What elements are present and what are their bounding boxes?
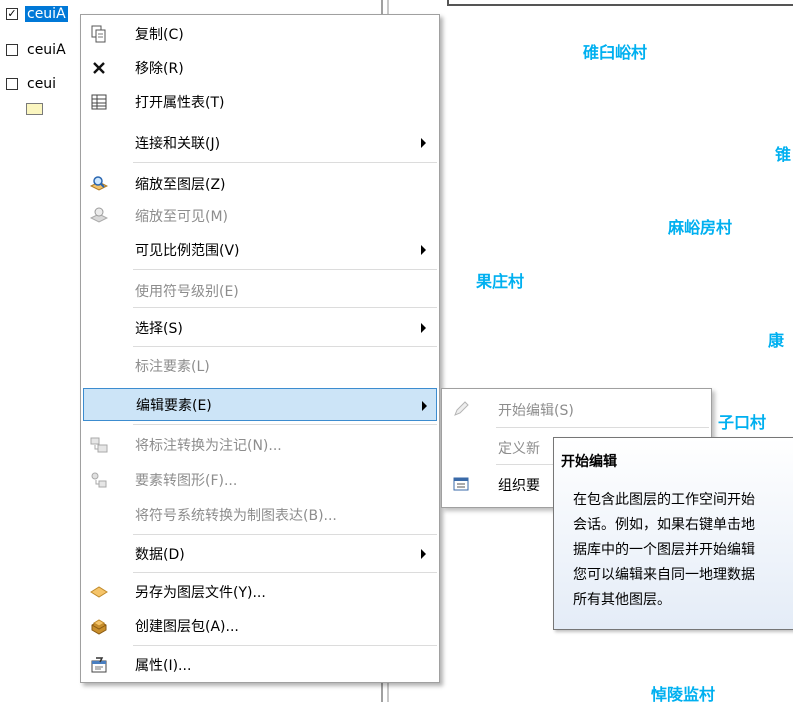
map-label-village: 果庄村 <box>476 272 525 291</box>
menu-item-label: 使用符号级别(E) <box>135 283 239 300</box>
menu-item-label: 标注要素(L) <box>135 358 210 375</box>
layer-visibility-checkbox[interactable]: ✓ <box>6 8 18 20</box>
submenu-item-label: 组织要 <box>498 478 540 494</box>
menu-item-label: 编辑要素(E) <box>136 397 212 414</box>
map-label-village: 子口村 <box>718 413 767 432</box>
layer-name[interactable]: ceuiA <box>25 6 68 22</box>
layer-file-icon <box>90 586 108 598</box>
menu-item-label: 将符号系统转换为制图表达(B)... <box>135 507 337 524</box>
menu-item-zoom-to-layer[interactable]: 缩放至图层(Z) <box>83 167 437 200</box>
layer-visibility-checkbox[interactable] <box>6 78 18 90</box>
menu-separator <box>496 427 709 428</box>
submenu-arrow-icon <box>422 401 427 411</box>
layer-visibility-checkbox[interactable] <box>6 44 18 56</box>
menu-item-label: 连接和关联(J) <box>135 135 221 152</box>
layer-row-2[interactable]: ceuiA <box>6 40 68 60</box>
tooltip-text-line: 所有其他图层。 <box>573 592 671 608</box>
submenu-arrow-icon <box>421 549 426 559</box>
tooltip-text-line: 您可以编辑来自同一地理数据 <box>573 567 755 583</box>
properties-icon <box>91 657 107 673</box>
menu-separator <box>133 645 437 646</box>
menu-item-properties[interactable]: 属性(I)... <box>83 648 437 681</box>
menu-separator <box>133 424 437 425</box>
menu-item-label: 将标注转换为注记(N)... <box>135 437 282 454</box>
map-label-village: 锥 <box>775 145 792 164</box>
menu-separator <box>133 346 437 347</box>
menu-separator <box>133 307 437 308</box>
menu-item-convert-symbology-to-representation: 将符号系统转换为制图表达(B)... <box>83 498 437 531</box>
layer-symbol-swatch[interactable] <box>26 103 43 115</box>
table-icon <box>91 94 107 110</box>
layer-context-menu: 复制(C) 移除(R) 打开属性表(T) 连接和关联(J) 缩放至图层(Z) 缩… <box>80 14 440 683</box>
menu-item-remove[interactable]: 移除(R) <box>83 51 437 84</box>
start-editing-tooltip: 开始编辑 在包含此图层的工作空间开始 会话。例如，如果右键单击地 据库中的一个图… <box>553 437 793 630</box>
tooltip-text-line: 在包含此图层的工作空间开始 <box>573 492 755 508</box>
remove-x-icon <box>93 62 105 74</box>
map-label-village: 碓臼峪村 <box>583 43 648 62</box>
menu-item-label: 缩放至可见(M) <box>135 208 229 225</box>
submenu-arrow-icon <box>421 323 426 333</box>
submenu-item-label: 定义新 <box>498 441 540 457</box>
menu-item-label: 复制(C) <box>135 26 184 43</box>
menu-item-label: 可见比例范围(V) <box>135 242 240 259</box>
menu-item-visible-scale-range[interactable]: 可见比例范围(V) <box>83 233 437 266</box>
layer-name[interactable]: ceui <box>25 76 58 92</box>
menu-item-copy[interactable]: 复制(C) <box>83 17 437 50</box>
tooltip-title: 开始编辑 <box>561 454 617 470</box>
zoom-to-layer-icon <box>90 176 108 191</box>
menu-item-zoom-to-visible: 缩放至可见(M) <box>83 199 437 232</box>
menu-item-joins-relates[interactable]: 连接和关联(J) <box>83 126 437 159</box>
menu-item-label: 数据(D) <box>135 546 185 563</box>
menu-item-use-symbol-levels: 使用符号级别(E) <box>83 274 437 307</box>
layer-row-3[interactable]: ceui <box>6 74 58 94</box>
menu-item-data[interactable]: 数据(D) <box>83 537 437 570</box>
menu-item-label: 要素转图形(F)... <box>135 472 238 489</box>
submenu-arrow-icon <box>421 138 426 148</box>
menu-item-label: 创建图层包(A)... <box>135 618 239 635</box>
map-label-village: 悼陵监村 <box>651 685 716 704</box>
menu-item-label-features: 标注要素(L) <box>83 349 437 382</box>
layer-name[interactable]: ceuiA <box>25 42 68 58</box>
edit-pencil-icon <box>454 401 469 416</box>
submenu-item-label: 开始编辑(S) <box>498 403 574 419</box>
menu-item-label: 移除(R) <box>135 60 184 77</box>
tooltip-text-line: 据库中的一个图层并开始编辑 <box>573 542 755 558</box>
zoom-to-visible-icon <box>90 207 108 223</box>
menu-separator <box>133 534 437 535</box>
organize-features-icon <box>453 477 469 491</box>
features-to-graphics-icon <box>91 472 107 488</box>
convert-labels-icon <box>90 437 108 453</box>
menu-item-edit-features[interactable]: 编辑要素(E) <box>83 388 437 421</box>
map-label-village: 麻峪房村 <box>668 218 733 237</box>
map-label-village: 康 <box>768 331 785 350</box>
menu-item-create-layer-package[interactable]: 创建图层包(A)... <box>83 609 437 642</box>
submenu-item-start-editing: 开始编辑(S) <box>444 393 709 425</box>
copy-icon <box>91 25 106 43</box>
menu-item-label: 打开属性表(T) <box>135 94 225 111</box>
menu-separator <box>133 269 437 270</box>
menu-item-features-to-graphics: 要素转图形(F)... <box>83 463 437 496</box>
menu-item-convert-labels-to-annotation: 将标注转换为注记(N)... <box>83 428 437 461</box>
menu-item-save-as-layer-file[interactable]: 另存为图层文件(Y)... <box>83 575 437 608</box>
menu-item-open-attribute-table[interactable]: 打开属性表(T) <box>83 85 437 118</box>
menu-item-label: 选择(S) <box>135 320 183 337</box>
layer-row-1[interactable]: ✓ ceuiA <box>6 4 68 24</box>
menu-item-label: 缩放至图层(Z) <box>135 176 226 193</box>
menu-item-selection[interactable]: 选择(S) <box>83 311 437 344</box>
layer-package-icon <box>91 619 107 635</box>
tooltip-text-line: 会话。例如，如果右键单击地 <box>573 517 755 533</box>
menu-separator <box>133 162 437 163</box>
submenu-arrow-icon <box>421 245 426 255</box>
map-frame-edge <box>447 0 793 6</box>
menu-item-label: 属性(I)... <box>135 657 192 674</box>
menu-separator <box>133 572 437 573</box>
menu-item-label: 另存为图层文件(Y)... <box>135 584 266 601</box>
